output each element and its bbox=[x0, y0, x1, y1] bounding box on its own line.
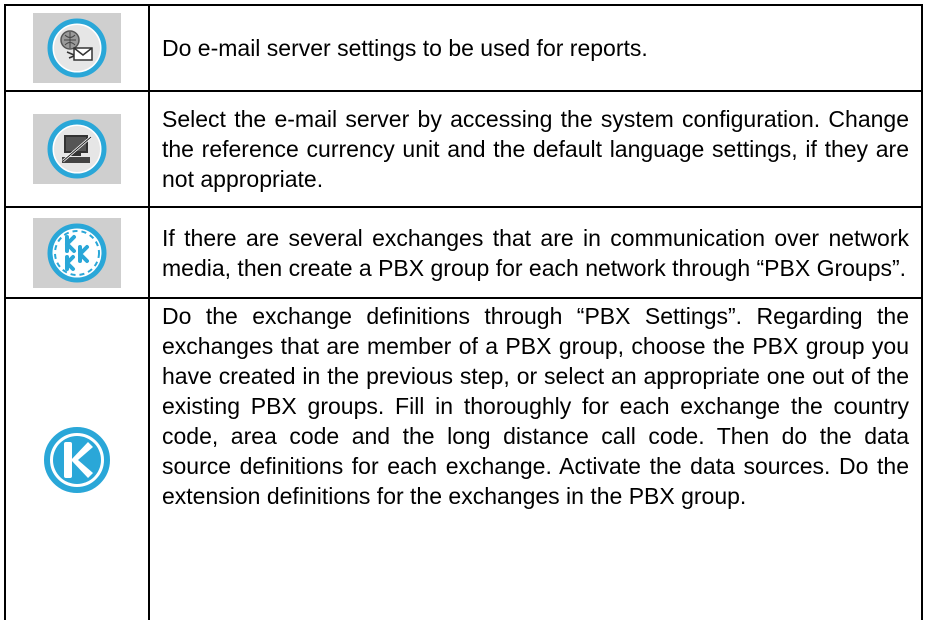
pbx-settings-icon bbox=[44, 426, 110, 493]
table-row: Do the exchange definitions through “PBX… bbox=[4, 297, 923, 620]
table-row: Do e-mail server settings to be used for… bbox=[4, 4, 923, 92]
row-text: Do the exchange definitions through “PBX… bbox=[148, 297, 923, 620]
table-row: Select the e-mail server by accessing th… bbox=[4, 90, 923, 208]
table-row: If there are several exchanges that are … bbox=[4, 206, 923, 299]
icon-cell bbox=[4, 4, 150, 92]
system-configuration-icon bbox=[33, 114, 121, 184]
email-server-icon bbox=[33, 13, 121, 83]
pbx-group-icon bbox=[33, 217, 121, 288]
icon-cell bbox=[4, 297, 150, 620]
icon-cell bbox=[4, 206, 150, 299]
row-text: Select the e-mail server by accessing th… bbox=[148, 90, 923, 208]
instructions-table: Do e-mail server settings to be used for… bbox=[4, 4, 923, 620]
row-text: Do e-mail server settings to be used for… bbox=[148, 4, 923, 92]
icon-cell bbox=[4, 90, 150, 208]
row-text: If there are several exchanges that are … bbox=[148, 206, 923, 299]
